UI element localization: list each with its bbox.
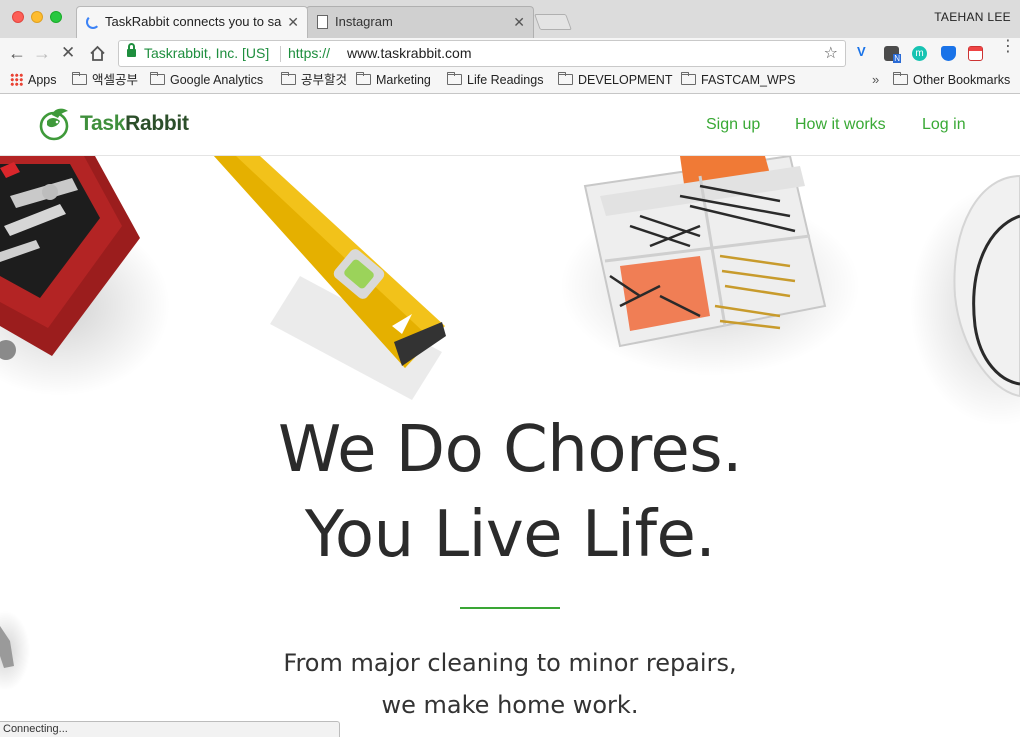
bookmark-apps[interactable]: Apps	[10, 73, 57, 88]
close-tab-icon[interactable]: ✕	[513, 7, 525, 37]
bookmark-folder[interactable]: DEVELOPMENT	[558, 72, 672, 88]
lock-icon	[127, 43, 136, 58]
calendar-extension-icon[interactable]	[968, 46, 983, 61]
back-arrow-icon[interactable]: ←	[8, 42, 26, 64]
nav-signup-link[interactable]: Sign up	[706, 116, 760, 134]
screw-organizer-image	[560, 156, 860, 376]
folder-icon	[281, 72, 296, 85]
folder-icon	[893, 72, 908, 85]
bookmark-folder[interactable]: Google Analytics	[150, 72, 263, 88]
bookmark-folder[interactable]: 공부할것	[281, 72, 347, 88]
url-host: www.taskrabbit.com	[347, 45, 472, 61]
loading-spinner-icon	[86, 15, 100, 29]
security-label: Taskrabbit, Inc. [US]	[144, 45, 270, 61]
extension-icon[interactable]	[884, 46, 901, 63]
toolbox-image	[0, 156, 170, 396]
spirit-level-image	[214, 156, 446, 400]
folder-icon	[150, 72, 165, 85]
bookmark-folder[interactable]: Marketing	[356, 72, 431, 88]
address-divider	[280, 46, 281, 62]
hero-divider	[460, 607, 560, 609]
site-header: TaskRabbit Sign up How it works Log in	[0, 95, 1020, 156]
address-bar[interactable]: Taskrabbit, Inc. [US] https:// www.taskr…	[118, 40, 846, 67]
tab-title: Instagram	[335, 14, 393, 29]
hero-title-line-2: You Live Life.	[304, 498, 716, 572]
minimize-window-button[interactable]	[31, 11, 43, 23]
nav-how-it-works-link[interactable]: How it works	[795, 116, 886, 134]
folder-icon	[558, 72, 573, 85]
bookmarks-overflow-icon[interactable]: »	[872, 72, 879, 87]
hard-hat-image	[910, 174, 1020, 426]
tab-taskrabbit[interactable]: TaskRabbit connects you to sa ✕	[76, 6, 308, 38]
vimeo-extension-icon[interactable]: V	[857, 44, 872, 59]
bookmark-star-icon[interactable]: ☆	[824, 41, 838, 66]
hero-subtitle-line-2: we make home work.	[381, 691, 639, 719]
home-icon[interactable]	[89, 42, 106, 67]
hero-subtitle-line-1: From major cleaning to minor repairs,	[283, 649, 737, 677]
nav-login-link[interactable]: Log in	[922, 116, 966, 134]
hero-title-line-1: We Do Chores.	[278, 413, 742, 487]
rabbit-logo-icon	[39, 108, 69, 141]
folder-icon	[72, 72, 87, 85]
close-tab-icon[interactable]: ✕	[287, 7, 299, 37]
browser-titlebar: TaskRabbit connects you to sa ✕ Instagra…	[0, 0, 1020, 38]
bookmark-folder[interactable]: Life Readings	[447, 72, 543, 88]
bookmark-folder[interactable]: 액셀공부	[72, 72, 138, 88]
bookmark-folder[interactable]: FASTCAM_WPS	[681, 72, 795, 88]
other-bookmarks[interactable]: Other Bookmarks	[893, 72, 1010, 88]
status-bar: Connecting...	[0, 721, 340, 737]
apps-grid-icon	[10, 73, 23, 86]
folder-icon	[681, 72, 696, 85]
bookmarks-bar: Apps 액셀공부 Google Analytics 공부할것 Marketin…	[0, 68, 1020, 94]
zoom-window-button[interactable]	[50, 11, 62, 23]
m-extension-icon[interactable]: m	[912, 46, 927, 61]
profile-name[interactable]: TAEHAN LEE	[934, 10, 1011, 24]
stop-loading-icon[interactable]: ✕	[61, 42, 75, 64]
shield-extension-icon[interactable]	[941, 46, 956, 61]
folder-icon	[447, 72, 462, 85]
more-menu-icon[interactable]: ⋮	[1000, 39, 1016, 55]
logo-wordmark: TaskRabbit	[80, 112, 189, 135]
hero-section: We Do Chores. You Live Life. From major …	[0, 156, 1020, 737]
tab-instagram[interactable]: Instagram ✕	[306, 6, 534, 38]
new-tab-button[interactable]	[534, 14, 572, 30]
document-icon	[317, 15, 328, 29]
folder-icon	[356, 72, 371, 85]
tab-title: TaskRabbit connects you to sa	[105, 14, 282, 29]
browser-toolbar: ← → ✕ Taskrabbit, Inc. [US] https:// www…	[0, 38, 1020, 68]
forward-arrow-icon[interactable]: →	[33, 42, 51, 64]
url-scheme: https://	[288, 45, 331, 61]
close-window-button[interactable]	[12, 11, 24, 23]
